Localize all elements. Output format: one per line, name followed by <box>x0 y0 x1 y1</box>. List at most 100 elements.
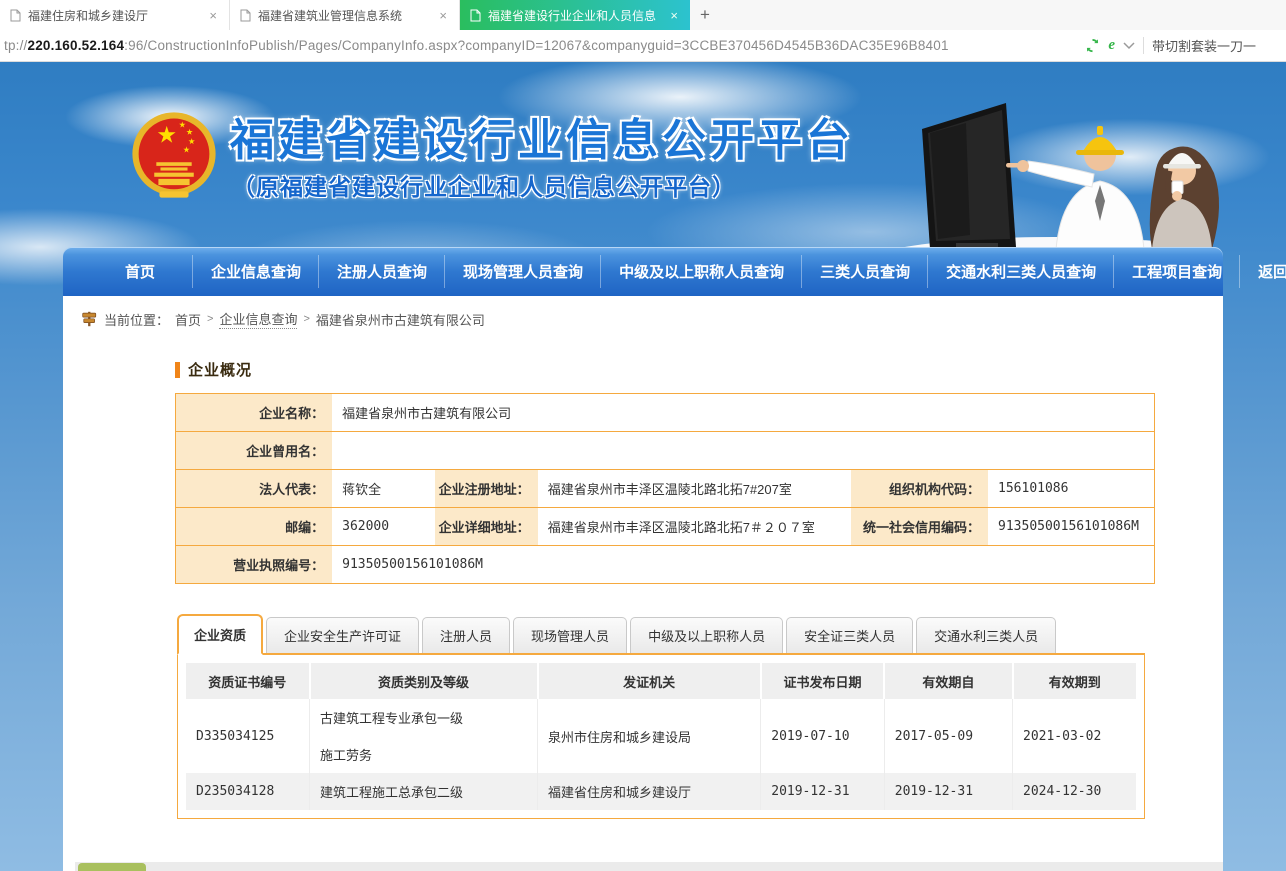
field-label: 企业注册地址： <box>435 470 538 508</box>
site-header: 福建省建设行业信息公开平台 （原福建省建设行业企业和人员信息公开平台） <box>0 62 1286 247</box>
tab-title: 福建省建筑业管理信息系统 <box>258 7 430 24</box>
nav-item-back-to-site[interactable]: 返回厅网站 <box>1240 247 1286 296</box>
section-title: 企业概况 <box>188 359 252 380</box>
nav-item-transport-water-three-types[interactable]: 交通水利三类人员查询 <box>928 247 1114 296</box>
cert-number: D235034128 <box>186 773 310 810</box>
company-overview-table: 企业名称： 福建省泉州市古建筑有限公司 企业曾用名： 法人代表： 蒋钦全 企业注… <box>175 393 1155 584</box>
nav-item-home[interactable]: 首页 <box>87 247 193 296</box>
main-column: 首页 企业信息查询 注册人员查询 现场管理人员查询 中级及以上职称人员查询 三类… <box>63 247 1223 871</box>
issue-date: 2019-12-31 <box>761 773 885 810</box>
field-label: 企业名称： <box>176 394 333 432</box>
tab-safety-license[interactable]: 企业安全生产许可证 <box>266 617 419 653</box>
license-number-value: 91350500156101086M <box>332 546 1154 584</box>
address-bar[interactable]: tp://220.160.52.164:96/ConstructionInfoP… <box>0 30 1286 62</box>
col-header: 资质证书编号 <box>186 663 310 699</box>
close-icon[interactable]: × <box>437 8 449 23</box>
col-header: 证书发布日期 <box>761 663 885 699</box>
divider <box>1143 37 1144 54</box>
valid-to: 2024-12-30 <box>1013 773 1137 810</box>
section-header: 企业概况 <box>175 359 1223 380</box>
main-navigation: 首页 企业信息查询 注册人员查询 现场管理人员查询 中级及以上职称人员查询 三类… <box>63 247 1223 296</box>
cert-number: D335034125 <box>186 699 310 773</box>
detail-tabs: 企业资质 企业安全生产许可证 注册人员 现场管理人员 中级及以上职称人员 安全证… <box>177 614 1145 655</box>
nav-item-registered-personnel[interactable]: 注册人员查询 <box>319 247 445 296</box>
signpost-icon <box>80 310 98 328</box>
field-label: 法人代表： <box>176 470 333 508</box>
credit-code-value: 91350500156101086M <box>988 508 1154 546</box>
url-path: :96/ConstructionInfoPublish/Pages/Compan… <box>124 38 948 53</box>
table-header-row: 资质证书编号 资质类别及等级 发证机关 证书发布日期 有效期自 有效期到 <box>186 663 1136 699</box>
footer-toggle-tab[interactable] <box>78 863 146 871</box>
tab-qualifications[interactable]: 企业资质 <box>177 614 263 655</box>
footer-strip <box>63 862 1223 871</box>
field-label: 组织机构代码： <box>851 470 988 508</box>
breadcrumb-label: 当前位置： <box>104 310 169 329</box>
browser-tab-bar: 福建住房和城乡建设厅 × 福建省建筑业管理信息系统 × 福建省建设行业企业和人员… <box>0 0 1286 30</box>
breadcrumb-home-link[interactable]: 首页 <box>175 310 201 329</box>
qualification-type: 建筑工程施工总承包二级 <box>310 773 538 810</box>
table-row: D335034125 古建筑工程专业承包一级 施工劳务 泉州市住房和城乡建设局 … <box>186 699 1136 773</box>
nav-item-site-managers[interactable]: 现场管理人员查询 <box>445 247 601 296</box>
valid-to: 2021-03-02 <box>1013 699 1137 773</box>
nav-item-project-query[interactable]: 工程项目查询 <box>1114 247 1240 296</box>
compatibility-mode-icon[interactable]: e <box>1108 37 1115 54</box>
col-header: 资质类别及等级 <box>310 663 538 699</box>
nav-item-three-types[interactable]: 三类人员查询 <box>802 247 928 296</box>
tab-mid-senior-title[interactable]: 中级及以上职称人员 <box>630 617 783 653</box>
chevron-down-icon[interactable] <box>1123 42 1135 50</box>
refresh-icon[interactable] <box>1085 38 1100 53</box>
issuing-authority: 泉州市住房和城乡建设局 <box>538 699 761 773</box>
tab-title: 福建住房和城乡建设厅 <box>28 7 200 24</box>
valid-from: 2019-12-31 <box>884 773 1012 810</box>
browser-tab-1[interactable]: 福建住房和城乡建设厅 × <box>0 0 230 30</box>
toolbar-hotword-link[interactable]: 带切割套装一刀一 <box>1152 36 1280 55</box>
issuing-authority: 福建省住房和城乡建设厅 <box>538 773 761 810</box>
page-icon <box>240 9 251 22</box>
qualification-line: 建筑工程施工总承包二级 <box>320 782 527 801</box>
org-code-value: 156101086 <box>988 470 1154 508</box>
table-row: 邮编： 362000 企业详细地址： 福建省泉州市丰泽区温陵北路北拓7＃２０７室… <box>176 508 1155 546</box>
close-icon[interactable]: × <box>668 8 680 23</box>
section-accent-bar <box>175 362 180 378</box>
qualification-type: 古建筑工程专业承包一级 施工劳务 <box>310 699 538 773</box>
detail-address-value: 福建省泉州市丰泽区温陵北路北拓7＃２０７室 <box>538 508 851 546</box>
breadcrumb-separator: > <box>303 313 309 325</box>
qualification-line: 施工劳务 <box>320 745 527 764</box>
url-text[interactable]: tp://220.160.52.164:96/ConstructionInfoP… <box>4 38 1077 53</box>
valid-from: 2017-05-09 <box>884 699 1012 773</box>
table-row: 企业名称： 福建省泉州市古建筑有限公司 <box>176 394 1155 432</box>
col-header: 有效期到 <box>1013 663 1137 699</box>
nav-item-company-query[interactable]: 企业信息查询 <box>193 247 319 296</box>
table-row: 营业执照编号： 91350500156101086M <box>176 546 1155 584</box>
qualification-line: 古建筑工程专业承包一级 <box>320 708 527 727</box>
registered-address-value: 福建省泉州市丰泽区温陵北路北拓7#207室 <box>538 470 851 508</box>
breadcrumb: 当前位置： 首页 > 企业信息查询 > 福建省泉州市古建筑有限公司 <box>63 296 1223 329</box>
breadcrumb-company-query-link[interactable]: 企业信息查询 <box>219 309 297 329</box>
field-label: 企业曾用名： <box>176 432 333 470</box>
content-area: 当前位置： 首页 > 企业信息查询 > 福建省泉州市古建筑有限公司 企业概况 企… <box>63 296 1223 862</box>
field-label: 营业执照编号： <box>176 546 333 584</box>
nav-item-mid-senior-title[interactable]: 中级及以上职称人员查询 <box>601 247 802 296</box>
zip-code-value: 362000 <box>332 508 435 546</box>
tab-site-managers[interactable]: 现场管理人员 <box>513 617 627 653</box>
page-icon <box>10 9 21 22</box>
browser-tab-3-active[interactable]: 福建省建设行业企业和人员信息 × <box>460 0 690 30</box>
engineers-illustration <box>894 69 1234 249</box>
table-row: D235034128 建筑工程施工总承包二级 福建省住房和城乡建设厅 2019-… <box>186 773 1136 810</box>
field-label: 统一社会信用编码： <box>851 508 988 546</box>
new-tab-button[interactable]: + <box>690 0 720 30</box>
former-name-value <box>332 432 1154 470</box>
site-title: 福建省建设行业信息公开平台 <box>230 104 854 168</box>
table-row: 企业曾用名： <box>176 432 1155 470</box>
tab-registered-personnel[interactable]: 注册人员 <box>422 617 510 653</box>
browser-tab-2[interactable]: 福建省建筑业管理信息系统 × <box>230 0 460 30</box>
tab-safety-cert-three-types[interactable]: 安全证三类人员 <box>786 617 913 653</box>
field-label: 邮编： <box>176 508 333 546</box>
close-icon[interactable]: × <box>207 8 219 23</box>
site-subtitle: （原福建省建设行业企业和人员信息公开平台） <box>232 168 736 202</box>
qualification-panel: 资质证书编号 资质类别及等级 发证机关 证书发布日期 有效期自 有效期到 D33… <box>177 655 1145 819</box>
tab-transport-water-three-types[interactable]: 交通水利三类人员 <box>916 617 1056 653</box>
page-icon <box>470 9 481 22</box>
url-prefix: tp:// <box>4 38 28 53</box>
legal-rep-value: 蒋钦全 <box>332 470 435 508</box>
